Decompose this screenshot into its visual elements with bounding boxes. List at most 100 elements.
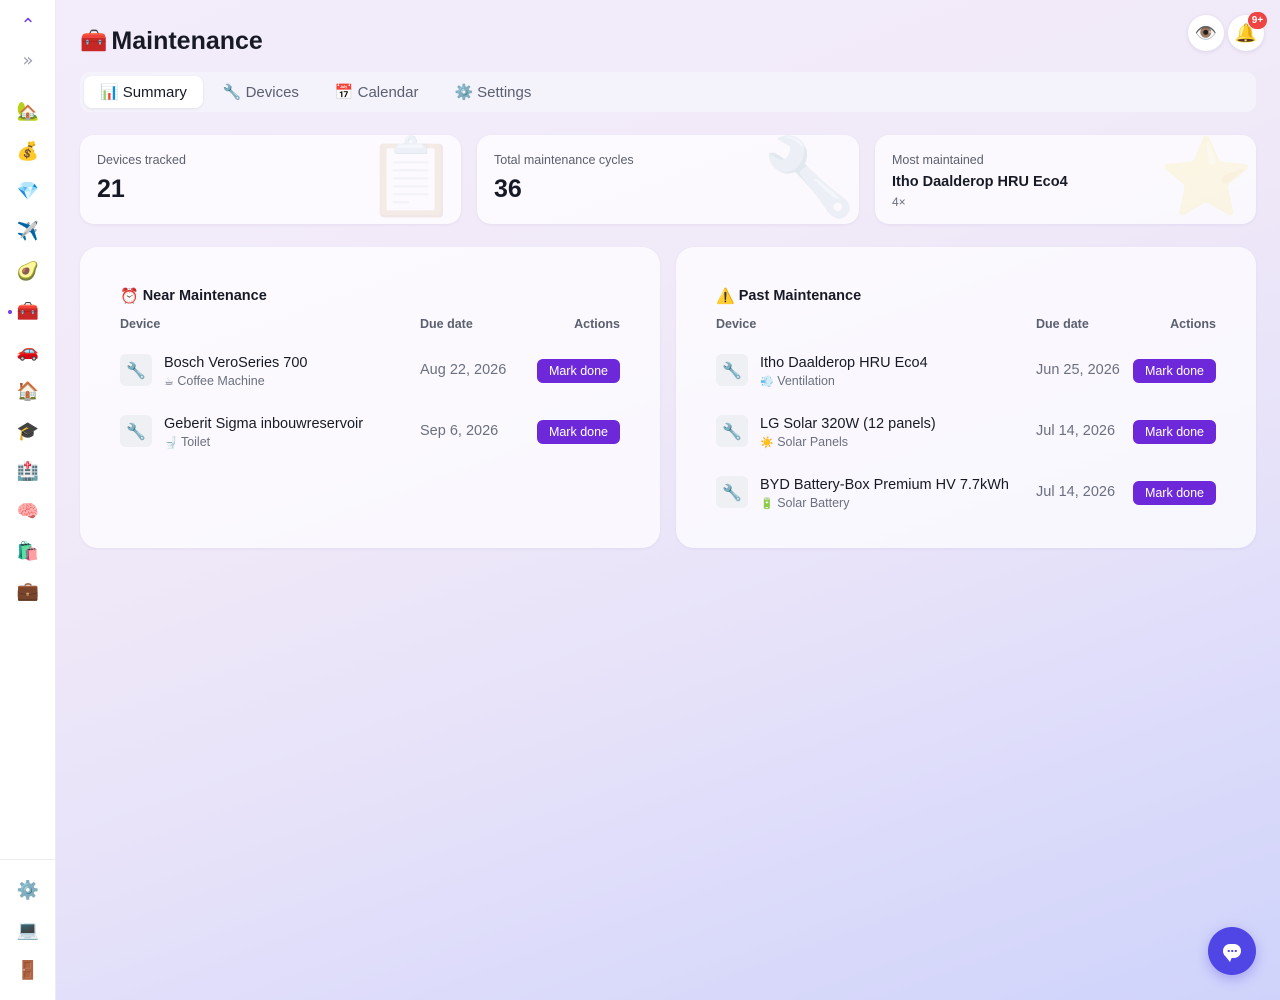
device-name[interactable]: Bosch VeroSeries 700 bbox=[164, 355, 307, 371]
mark-done-button[interactable]: Mark done bbox=[1132, 359, 1216, 383]
laptop-icon: 💻 bbox=[16, 919, 40, 941]
eye-icon: 👁️ bbox=[1194, 22, 1218, 44]
sidebar: ⌃ » 🏡 💰 💎 ✈️ 🥑 🧰 🚗 🏠 🎓 🏥 🧠 🛍️ 💼 ⚙️ 💻 🚪 bbox=[0, 0, 56, 1000]
sidebar-item-home[interactable]: 🏡 bbox=[0, 93, 56, 129]
sidebar-item-shopping[interactable]: 🛍️ bbox=[0, 533, 56, 569]
battery-icon: 🔋 bbox=[760, 497, 774, 510]
panel-title: ⚠️ Past Maintenance bbox=[716, 287, 861, 305]
stat-label: Devices tracked bbox=[97, 153, 186, 167]
notifications-button[interactable]: 🔔 9+ bbox=[1228, 12, 1267, 51]
expand-sidebar-icon[interactable]: » bbox=[0, 42, 56, 78]
calendar-icon: 📅 bbox=[334, 83, 354, 101]
coffee-icon: ☕ bbox=[164, 375, 174, 388]
category-label: Solar Battery bbox=[777, 496, 850, 510]
tab-devices[interactable]: 🔧 Devices bbox=[207, 76, 315, 108]
sidebar-item-logout[interactable]: 🚪 bbox=[0, 952, 56, 988]
tab-label: Summary bbox=[122, 83, 187, 101]
tab-calendar[interactable]: 📅 Calendar bbox=[319, 76, 435, 108]
due-date: Jul 14, 2026 bbox=[1036, 484, 1116, 500]
sidebar-item-computer[interactable]: 💻 bbox=[0, 912, 56, 948]
tab-label: Settings bbox=[477, 83, 532, 101]
sidebar-item-gem[interactable]: 💎 bbox=[0, 173, 56, 209]
sidebar-item-car[interactable]: 🚗 bbox=[0, 333, 56, 369]
sidebar-item-food[interactable]: 🥑 bbox=[0, 253, 56, 289]
star-icon: ⭐ bbox=[1159, 135, 1254, 221]
sidebar-item-money[interactable]: 💰 bbox=[0, 133, 56, 169]
stat-card-cycles: Total maintenance cycles 36 🔧 bbox=[477, 135, 859, 224]
graduation-cap-icon: 🎓 bbox=[16, 420, 40, 442]
sidebar-item-work[interactable]: 💼 bbox=[0, 573, 56, 609]
stat-value: 21 bbox=[97, 175, 125, 203]
due-date: Aug 22, 2026 bbox=[420, 362, 507, 378]
wrench-icon: 🔧 bbox=[716, 415, 748, 447]
gear-icon: ⚙️ bbox=[454, 83, 474, 101]
device-name[interactable]: Geberit Sigma inbouwreservoir bbox=[164, 416, 363, 432]
chat-button[interactable] bbox=[1208, 927, 1256, 975]
mark-done-button[interactable]: Mark done bbox=[1132, 481, 1216, 505]
device-category: 💨 Ventilation bbox=[760, 374, 835, 388]
sidebar-item-settings[interactable]: ⚙️ bbox=[0, 872, 56, 908]
sidebar-item-education[interactable]: 🎓 bbox=[0, 413, 56, 449]
page-title-text: Maintenance bbox=[111, 26, 263, 55]
category-label: Solar Panels bbox=[777, 435, 849, 449]
device-category: ☀️ Solar Panels bbox=[760, 435, 848, 449]
visibility-toggle-button[interactable]: 👁️ bbox=[1188, 15, 1224, 51]
sidebar-item-travel[interactable]: ✈️ bbox=[0, 213, 56, 249]
door-icon: 🚪 bbox=[16, 959, 40, 981]
stat-label: Most maintained bbox=[892, 153, 984, 167]
bar-chart-icon: 📊 bbox=[100, 83, 119, 101]
sidebar-item-maintenance[interactable]: 🧰 bbox=[0, 293, 56, 329]
toolbox-icon: 🧰 bbox=[80, 28, 108, 54]
tab-settings[interactable]: ⚙️ Settings bbox=[438, 76, 547, 108]
column-header-device: Device bbox=[120, 317, 161, 331]
table-row: 🔧 BYD Battery-Box Premium HV 7.7kWh 🔋 So… bbox=[716, 464, 1216, 525]
notification-badge: 9+ bbox=[1248, 12, 1267, 29]
money-bag-icon: 💰 bbox=[16, 140, 40, 162]
tab-summary[interactable]: 📊 Summary bbox=[84, 76, 203, 108]
active-indicator bbox=[8, 310, 12, 314]
clipboard-icon: 📋 bbox=[364, 135, 459, 221]
alarm-clock-icon: ⏰ bbox=[120, 287, 139, 305]
table-row: 🔧 Bosch VeroSeries 700 ☕ Coffee Machine … bbox=[120, 342, 620, 403]
due-date: Jun 25, 2026 bbox=[1036, 362, 1120, 378]
device-name[interactable]: BYD Battery-Box Premium HV 7.7kWh bbox=[760, 477, 1009, 493]
wind-icon: 💨 bbox=[760, 375, 774, 388]
tab-label: Devices bbox=[245, 83, 299, 101]
wrench-icon: 🔧 bbox=[716, 476, 748, 508]
mark-done-button[interactable]: Mark done bbox=[536, 359, 620, 383]
hospital-icon: 🏥 bbox=[16, 460, 40, 482]
warning-icon: ⚠️ bbox=[716, 287, 735, 305]
app-logo-icon[interactable]: ⌃ bbox=[0, 7, 56, 43]
mark-done-button[interactable]: Mark done bbox=[536, 420, 620, 444]
device-name[interactable]: LG Solar 320W (12 panels) bbox=[760, 416, 936, 432]
wrench-icon: 🔧 bbox=[222, 83, 242, 101]
wrench-icon: 🔧 bbox=[120, 354, 152, 386]
stat-value: Itho Daalderop HRU Eco4 bbox=[892, 174, 1068, 190]
device-category: 🔋 Solar Battery bbox=[760, 496, 849, 510]
due-date: Jul 14, 2026 bbox=[1036, 423, 1116, 439]
column-header-actions: Actions bbox=[574, 317, 620, 331]
avocado-icon: 🥑 bbox=[16, 260, 40, 282]
panel-title-text: Past Maintenance bbox=[738, 288, 862, 304]
table-row: 🔧 LG Solar 320W (12 panels) ☀️ Solar Pan… bbox=[716, 403, 1216, 464]
sidebar-item-mind[interactable]: 🧠 bbox=[0, 493, 56, 529]
sidebar-item-house[interactable]: 🏠 bbox=[0, 373, 56, 409]
device-name[interactable]: Itho Daalderop HRU Eco4 bbox=[760, 355, 928, 371]
wrench-icon: 🔧 bbox=[716, 354, 748, 386]
mark-done-button[interactable]: Mark done bbox=[1132, 420, 1216, 444]
category-label: Coffee Machine bbox=[177, 374, 265, 388]
table-row: 🔧 Itho Daalderop HRU Eco4 💨 Ventilation … bbox=[716, 342, 1216, 403]
sidebar-item-health[interactable]: 🏥 bbox=[0, 453, 56, 489]
wrench-icon: 🔧 bbox=[762, 135, 857, 221]
table-row: 🔧 Geberit Sigma inbouwreservoir 🚽 Toilet… bbox=[120, 403, 620, 464]
airplane-icon: ✈️ bbox=[16, 220, 40, 242]
stat-count: 4× bbox=[892, 195, 906, 209]
column-header-actions: Actions bbox=[1170, 317, 1216, 331]
gem-icon: 💎 bbox=[16, 180, 40, 202]
device-category: 🚽 Toilet bbox=[164, 435, 210, 449]
wrench-icon: 🔧 bbox=[120, 415, 152, 447]
column-header-due-date: Due date bbox=[1036, 317, 1089, 331]
sun-icon: ☀️ bbox=[760, 436, 774, 449]
shopping-bags-icon: 🛍️ bbox=[16, 540, 40, 562]
stat-card-most-maintained: Most maintained Itho Daalderop HRU Eco4 … bbox=[875, 135, 1256, 224]
